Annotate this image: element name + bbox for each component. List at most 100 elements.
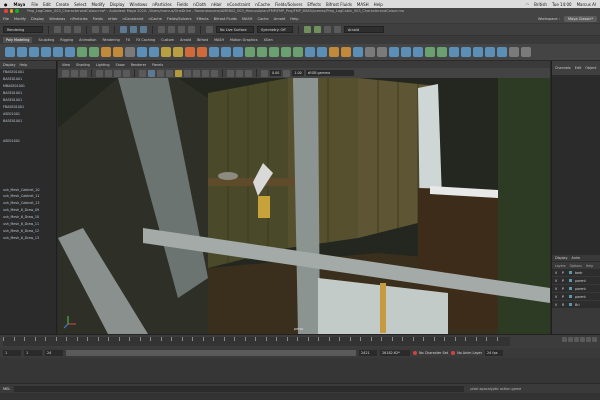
workspace-dropdown[interactable]: Maya Classic* xyxy=(563,15,597,22)
apple-icon[interactable]: ● xyxy=(4,2,8,7)
shelf-tool-icon[interactable] xyxy=(461,47,471,57)
shelf-tool-icon[interactable] xyxy=(221,47,231,57)
shelf-tool-icon[interactable] xyxy=(197,47,207,57)
layer-row[interactable]: V Pparent xyxy=(552,293,600,301)
shelf-tool-icon[interactable] xyxy=(305,47,315,57)
outliner-item[interactable]: ush_Mesh_6_Draw_09 xyxy=(0,207,56,214)
clock[interactable]: Tue 14:00 xyxy=(552,2,572,7)
shelf-tab-9[interactable]: Bifrost xyxy=(197,38,208,42)
channel-tab-1[interactable]: Edit xyxy=(575,66,582,70)
shelf-tool-icon[interactable] xyxy=(209,47,219,57)
outliner-item[interactable] xyxy=(0,296,56,303)
menu-set-dropdown[interactable]: Rendering xyxy=(3,26,43,33)
layer-color-swatch[interactable] xyxy=(569,303,572,306)
shelf-tool-icon[interactable] xyxy=(77,47,87,57)
range-start-field[interactable]: 1 xyxy=(24,350,42,356)
mac-menu-0[interactable]: File xyxy=(31,2,38,7)
layer-visibility-toggle[interactable]: V xyxy=(555,303,559,307)
outliner-item[interactable]: BASE01001 xyxy=(0,117,56,124)
end-frame-field[interactable]: 26182.62* xyxy=(380,350,410,356)
shelf-tool-icon[interactable] xyxy=(281,47,291,57)
start-frame-field[interactable]: 1 xyxy=(3,350,21,356)
layer-tab-1[interactable]: Anim xyxy=(572,256,581,260)
shelf-tool-icon[interactable] xyxy=(29,47,39,57)
layer-playback-toggle[interactable]: P xyxy=(562,279,566,283)
shelf-tool-icon[interactable] xyxy=(233,47,243,57)
layer-playback-toggle[interactable]: R xyxy=(562,303,566,307)
mac-menu-12[interactable]: nCache xyxy=(255,2,270,7)
range-bar[interactable] xyxy=(66,350,356,356)
mac-menu-9[interactable]: nCloth xyxy=(193,2,206,7)
layer-color-swatch[interactable] xyxy=(569,287,572,290)
layer-playback-toggle[interactable]: P xyxy=(562,271,566,275)
shelf-tool-icon[interactable] xyxy=(401,47,411,57)
shelf-tab-12[interactable]: XGen xyxy=(264,38,273,42)
shelf-tool-icon[interactable] xyxy=(437,47,447,57)
outliner-item[interactable] xyxy=(0,172,56,179)
shelf-tool-icon[interactable] xyxy=(317,47,327,57)
maya-menu-10[interactable]: Effects xyxy=(196,17,208,21)
outliner-item[interactable] xyxy=(0,152,56,159)
shelf-tool-icon[interactable] xyxy=(149,47,159,57)
outliner-item[interactable]: ASE01001 xyxy=(0,110,56,117)
shelf-tab-11[interactable]: Motion Graphics xyxy=(230,38,258,42)
shelf-tool-icon[interactable] xyxy=(125,47,135,57)
app-menu[interactable]: Maya xyxy=(14,2,26,7)
outliner-item[interactable]: FBASE01001 xyxy=(0,103,56,110)
maya-menu-5[interactable]: Fields xyxy=(93,17,103,21)
channel-tab-2[interactable]: Object xyxy=(585,66,596,70)
maya-menu-14[interactable]: Arnold xyxy=(274,17,286,21)
outliner-item[interactable] xyxy=(0,145,56,152)
layer-color-swatch[interactable] xyxy=(569,279,572,282)
outliner-item[interactable]: BASE01001 xyxy=(0,90,56,97)
step-forward-icon[interactable] xyxy=(586,337,591,342)
shelf-tab-6[interactable]: FX Caching xyxy=(136,38,155,42)
go-to-start-icon[interactable] xyxy=(562,337,567,342)
play-forward-icon[interactable] xyxy=(580,337,585,342)
outliner-item[interactable] xyxy=(0,269,56,276)
render-frame-icon[interactable] xyxy=(304,26,311,33)
outliner-item[interactable] xyxy=(0,290,56,297)
select-component-icon[interactable] xyxy=(140,26,147,33)
outliner-item[interactable] xyxy=(0,276,56,283)
outliner-menu-1[interactable]: Help xyxy=(20,63,28,67)
viewport-menu-0[interactable]: View xyxy=(62,63,70,67)
shelf-tool-icon[interactable] xyxy=(5,47,15,57)
outliner-item[interactable] xyxy=(0,248,56,255)
layer-color-swatch[interactable] xyxy=(569,271,572,274)
viewport-menu-5[interactable]: Panels xyxy=(152,63,163,67)
mac-menu-16[interactable]: MASH xyxy=(357,2,369,7)
character-set-selector[interactable]: No Character Set xyxy=(413,351,448,355)
outliner-menu-0[interactable]: Display xyxy=(3,63,16,67)
outliner-item[interactable] xyxy=(0,317,56,324)
save-scene-icon[interactable] xyxy=(74,26,81,33)
bookmark-icon[interactable] xyxy=(80,69,87,77)
shelf-tool-icon[interactable] xyxy=(161,47,171,57)
outliner-item[interactable] xyxy=(0,310,56,317)
maya-menu-7[interactable]: nConstraint xyxy=(123,17,144,21)
mac-menu-7[interactable]: nParticles xyxy=(152,2,171,7)
time-slider[interactable] xyxy=(0,334,600,348)
open-scene-icon[interactable] xyxy=(64,26,71,33)
new-scene-icon[interactable] xyxy=(54,26,61,33)
range-end-field[interactable]: 24 xyxy=(45,350,63,356)
maya-menu-1[interactable]: Modify xyxy=(14,17,26,21)
shelf-tool-icon[interactable] xyxy=(65,47,75,57)
mac-menu-15[interactable]: Bifrost Fluids xyxy=(326,2,352,7)
outliner-item[interactable]: ASE01001 xyxy=(0,138,56,145)
outliner-item[interactable] xyxy=(0,124,56,131)
snap-view-icon[interactable] xyxy=(188,26,195,33)
maya-menu-8[interactable]: nCache xyxy=(148,17,161,21)
exposure-icon[interactable] xyxy=(261,69,268,77)
viewport-menu-4[interactable]: Renderer xyxy=(131,63,146,67)
shelf-tool-icon[interactable] xyxy=(413,47,423,57)
wifi-icon[interactable]: ◠ xyxy=(526,2,530,7)
shelf-tool-icon[interactable] xyxy=(377,47,387,57)
maya-menu-6[interactable]: nHair xyxy=(108,17,118,21)
shelf-tool-icon[interactable] xyxy=(365,47,375,57)
motion-blur-icon[interactable] xyxy=(202,69,209,77)
maya-menu-13[interactable]: Cache xyxy=(257,17,268,21)
user-name[interactable]: Marcus Al xyxy=(577,2,596,7)
gate-mask-icon[interactable] xyxy=(123,69,130,77)
maya-menu-2[interactable]: Display xyxy=(31,17,44,21)
